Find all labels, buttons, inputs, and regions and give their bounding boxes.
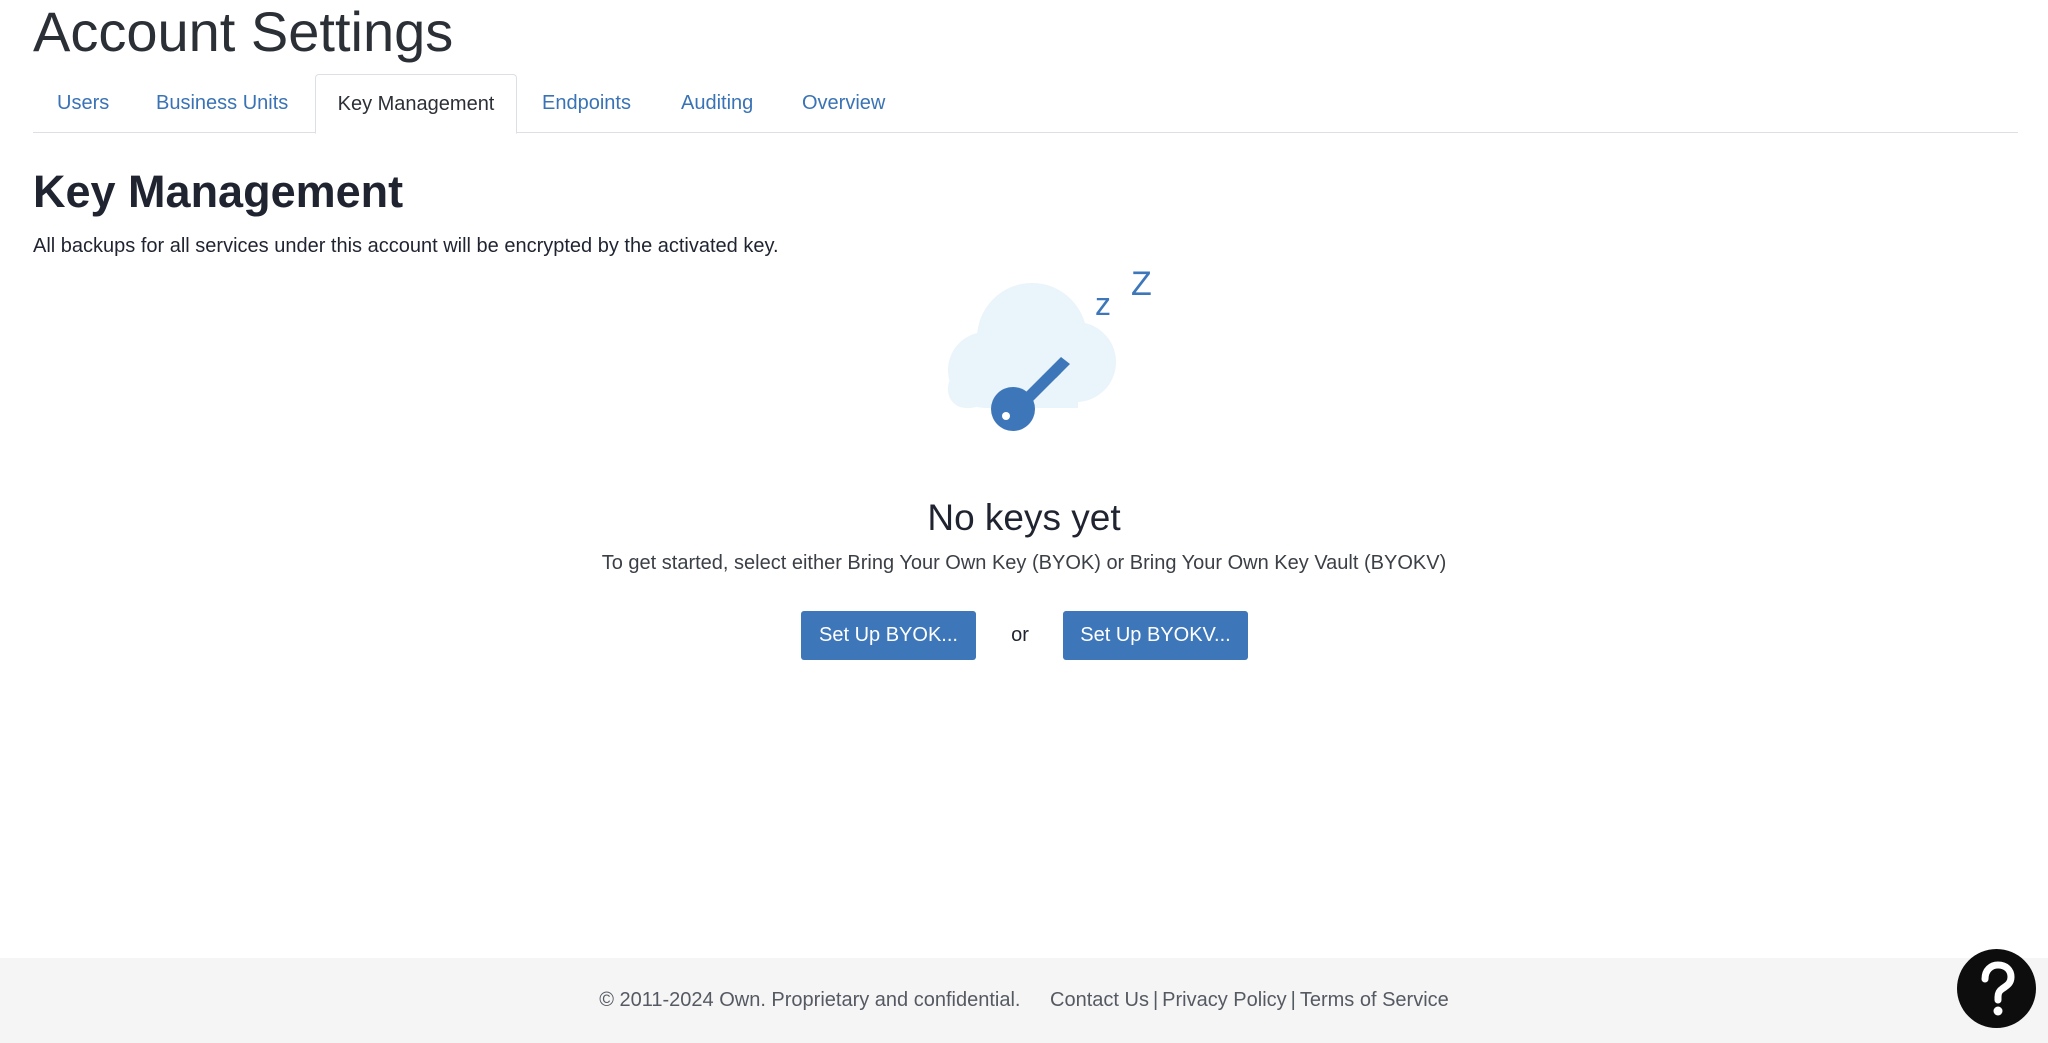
- privacy-policy-link[interactable]: Privacy Policy: [1162, 989, 1286, 1011]
- terms-of-service-link[interactable]: Terms of Service: [1300, 989, 1449, 1011]
- empty-state-title: No keys yet: [927, 497, 1121, 538]
- page-title: Account Settings: [33, 0, 454, 63]
- empty-state-description: To get started, select either Bring Your…: [601, 552, 1447, 574]
- account-settings-page: Account Settings Users Business Units Ke…: [0, 0, 2048, 1043]
- tab-business-units[interactable]: Business Units: [156, 74, 288, 133]
- footer-line: © 2011-2024 Own. Proprietary and confide…: [0, 988, 2048, 1012]
- tab-auditing[interactable]: Auditing: [681, 74, 753, 133]
- setup-byok-button[interactable]: Set Up BYOK...: [801, 611, 976, 660]
- tab-overview[interactable]: Overview: [802, 74, 885, 133]
- footer: © 2011-2024 Own. Proprietary and confide…: [0, 958, 2048, 1043]
- sleep-z-small: z: [1095, 286, 1111, 322]
- tab-users[interactable]: Users: [57, 74, 109, 133]
- or-label: or: [1011, 624, 1029, 646]
- section-description: All backups for all services under this …: [33, 235, 779, 257]
- sleeping-key-cloud-icon: z Z: [930, 258, 1170, 438]
- sleeping-key-cloud-svg: z Z: [948, 265, 1152, 431]
- question-mark-icon: [1981, 961, 2015, 1016]
- section-title: Key Management: [33, 166, 404, 217]
- sleep-z-large: Z: [1131, 265, 1152, 303]
- settings-tabs: Users Business Units Key Management Endp…: [33, 74, 2018, 134]
- setup-byokv-button[interactable]: Set Up BYOKV...: [1063, 611, 1248, 660]
- footer-separator: |: [1152, 989, 1159, 1011]
- copyright-text: © 2011-2024 Own. Proprietary and confide…: [599, 989, 1021, 1011]
- help-button[interactable]: [1957, 949, 2036, 1028]
- tab-key-management[interactable]: Key Management: [315, 74, 517, 134]
- footer-separator: |: [1290, 989, 1296, 1011]
- tab-endpoints[interactable]: Endpoints: [542, 74, 631, 133]
- contact-us-link[interactable]: Contact Us: [1050, 989, 1149, 1011]
